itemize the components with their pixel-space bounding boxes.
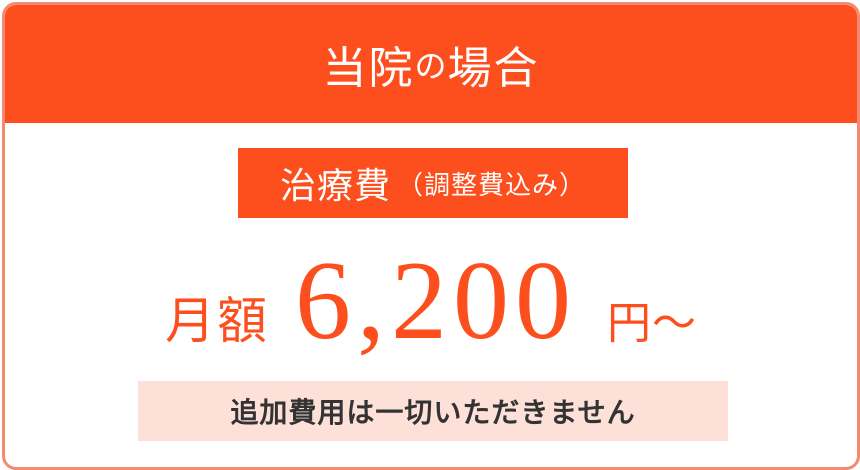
price-suffix: 円～ [607, 298, 697, 349]
pricing-card: 当院 の 場合 治療費 （調整費込み） 月額 6,200 円～ 追加費用は一切い… [2, 2, 860, 470]
header-title-particle: の [414, 47, 448, 85]
price-row: 月額 6,200 円～ [5, 245, 857, 365]
fee-label-note: （調整費込み） [397, 170, 587, 201]
price-amount: 6,200 [295, 239, 577, 363]
fee-label-main: 治療費 [279, 166, 391, 207]
fee-label: 治療費 （調整費込み） [238, 148, 628, 218]
header-title-main: 当院 [322, 43, 415, 94]
price-prefix: 月額 [165, 292, 269, 350]
no-additional-fee-note: 追加費用は一切いただきません [138, 381, 728, 441]
note-text: 追加費用は一切いただきません [230, 396, 636, 429]
card-header: 当院 の 場合 [5, 5, 857, 123]
header-title-tail: 場合 [447, 43, 540, 94]
